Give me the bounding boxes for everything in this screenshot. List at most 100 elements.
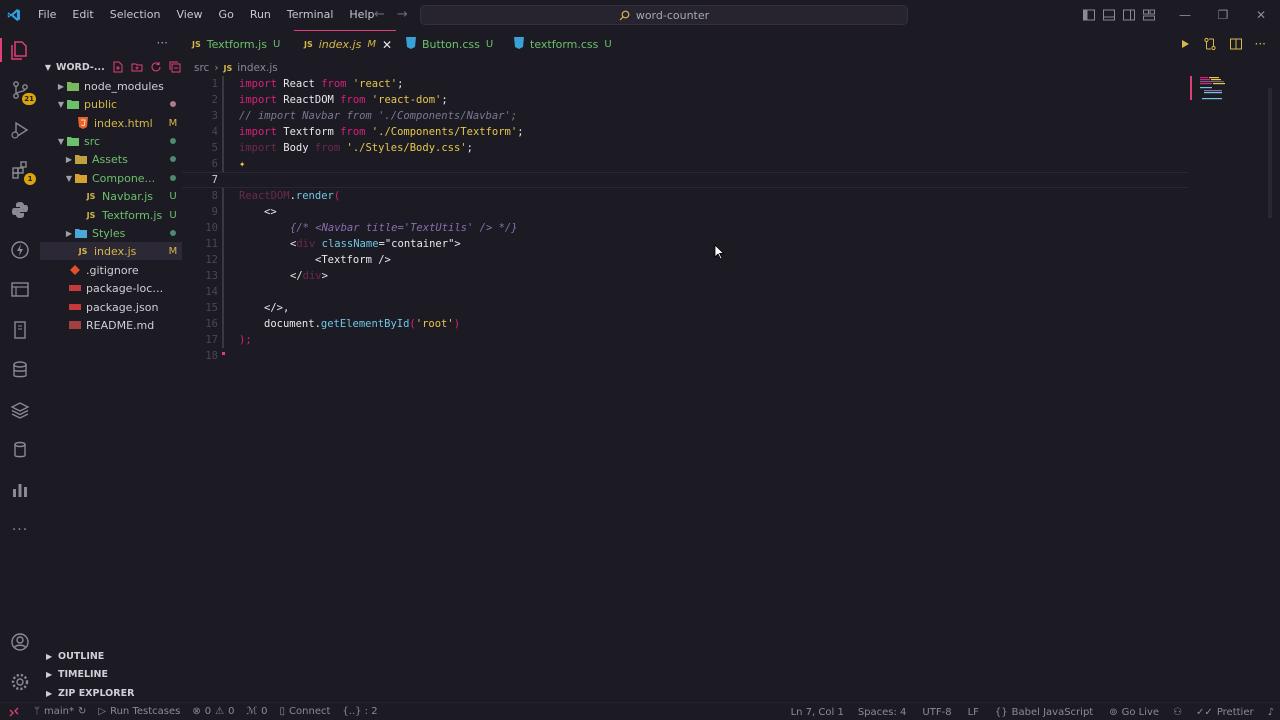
tree-item-src[interactable]: ▼ src (40, 132, 182, 150)
menu-run[interactable]: Run (242, 0, 279, 30)
connect-button[interactable]: ▯ Connect (274, 706, 337, 717)
prettier-button[interactable]: ✓✓ Prettier (1188, 707, 1262, 718)
cursor-position[interactable]: Ln 7, Col 1 (785, 707, 850, 718)
code-editor[interactable]: 1 import React from 'react'; 2 import Reac… (182, 76, 1280, 702)
menu-file[interactable]: File (30, 0, 64, 30)
tree-item-readme[interactable]: README.md (40, 316, 182, 334)
toggle-primary-sidebar-icon[interactable] (1082, 8, 1096, 22)
tree-item-navbar-js[interactable]: JS Navbar.js U (40, 187, 182, 205)
tree-item-node-modules[interactable]: ▶ node_modules (40, 77, 182, 95)
tree-item-index-js[interactable]: JS index.js M (40, 242, 182, 260)
notifications-bell-icon[interactable]: ♪ (1262, 707, 1280, 718)
chart-icon[interactable] (8, 478, 32, 502)
menu-terminal[interactable]: Terminal (279, 0, 342, 30)
sparkle-icon[interactable]: ✦ (239, 156, 245, 172)
tab-index-js[interactable]: JS index.js M ✕ (294, 30, 396, 58)
end-of-line[interactable]: LF (960, 707, 987, 718)
minimap[interactable] (1190, 76, 1230, 104)
code-line: 1 import React from 'react'; (211, 78, 404, 90)
thunder-client-icon[interactable] (8, 238, 32, 262)
run-file-icon[interactable] (1179, 38, 1191, 50)
tab-label: textform.css (530, 37, 599, 51)
menu-edit[interactable]: Edit (64, 0, 101, 30)
customize-layout-icon[interactable] (1142, 8, 1156, 22)
collapse-all-icon[interactable] (169, 61, 181, 73)
book-icon[interactable] (8, 318, 32, 342)
breadcrumb-file[interactable]: index.js (237, 62, 277, 74)
source-control-icon[interactable]: 21 (8, 78, 36, 105)
maximize-icon[interactable]: ❐ (1204, 8, 1242, 22)
copilot-icon[interactable]: ⚇ (1167, 707, 1188, 718)
tree-item-assets[interactable]: ▶ Assets (40, 150, 182, 168)
tab-label: Textform.js (206, 37, 267, 51)
new-folder-icon[interactable] (131, 61, 143, 73)
tree-item-gitignore[interactable]: .gitignore (40, 261, 182, 279)
tree-item-public[interactable]: ▼ public (40, 95, 182, 113)
run-testcases-label: Run Testcases (110, 706, 181, 717)
python-icon[interactable] (8, 198, 32, 222)
forward-arrow-icon[interactable]: → (397, 0, 408, 30)
encoding[interactable]: UTF-8 (914, 707, 959, 718)
toggle-panel-icon[interactable] (1102, 8, 1116, 22)
account-icon[interactable] (8, 630, 32, 654)
tree-item-styles[interactable]: ▶ Styles (40, 224, 182, 242)
tree-item-package-lock[interactable]: package-lock.json (40, 279, 182, 297)
tree-item-components[interactable]: ▼ Compone... (40, 169, 182, 187)
chevron-right-icon: ▶ (46, 688, 53, 698)
go-live-button[interactable]: ⊚ Go Live (1101, 707, 1167, 718)
breadcrumb-folder[interactable]: src (194, 62, 209, 74)
tree-label: README.md (86, 318, 155, 332)
ports-indicator[interactable]: ℳ 0 (240, 706, 273, 717)
code-line-current: 7 (182, 172, 1188, 188)
tab-status: M (367, 39, 376, 50)
tree-item-textform-js[interactable]: JS Textform.js U (40, 206, 182, 224)
language-mode[interactable]: {} Babel JavaScript (987, 707, 1101, 718)
tab-textform-css[interactable]: textform.css U (504, 30, 622, 58)
layers-icon[interactable] (8, 398, 32, 422)
timeline-section[interactable]: ▶ TIMELINE (40, 665, 182, 683)
extensions-icon[interactable]: 1 (8, 158, 36, 185)
remote-explorer-icon[interactable] (8, 278, 32, 302)
explorer-icon[interactable] (8, 38, 32, 62)
tree-item-package-json[interactable]: package.json (40, 298, 182, 316)
explorer-more-icon[interactable]: ··· (157, 36, 168, 50)
run-debug-icon[interactable] (8, 118, 32, 142)
cylinder-db-icon[interactable] (8, 438, 32, 462)
more-actions-icon[interactable]: ··· (1255, 37, 1266, 51)
vertical-scrollbar[interactable] (1268, 88, 1272, 218)
vscode-window: File Edit Selection View Go Run Terminal… (0, 0, 1280, 720)
compare-changes-icon[interactable] (1203, 37, 1217, 51)
explorer-project-header[interactable]: ▼ WORD-... (40, 58, 182, 76)
more-views-icon[interactable]: ··· (8, 518, 32, 542)
tree-item-index-html[interactable]: index.html M (40, 114, 182, 132)
settings-gear-icon[interactable] (8, 670, 32, 694)
minimize-icon[interactable]: — (1166, 8, 1204, 22)
split-editor-icon[interactable] (1229, 37, 1243, 51)
tab-button-css[interactable]: Button.css U (396, 30, 504, 58)
toggle-secondary-sidebar-icon[interactable] (1122, 8, 1136, 22)
close-tab-icon[interactable]: ✕ (382, 38, 392, 52)
back-arrow-icon[interactable]: ← (374, 0, 385, 30)
connect-label: Connect (289, 706, 331, 717)
menu-selection[interactable]: Selection (102, 0, 169, 30)
tab-textform-js[interactable]: JS Textform.js U (182, 30, 294, 58)
run-testcases-button[interactable]: ▷ Run Testcases (92, 706, 186, 717)
remote-indicator-icon[interactable] (0, 703, 28, 720)
menu-view[interactable]: View (168, 0, 210, 30)
database-icon[interactable] (8, 358, 32, 382)
selection-indicator[interactable]: {..} : 2 (336, 706, 383, 717)
zip-explorer-section[interactable]: ▶ ZIP EXPLORER (40, 684, 182, 702)
activity-bar: 21 1 ··· (0, 30, 40, 702)
refresh-icon[interactable] (150, 61, 162, 73)
indentation[interactable]: Spaces: 4 (850, 707, 915, 718)
menu-go[interactable]: Go (211, 0, 242, 30)
outline-section[interactable]: ▶ OUTLINE (40, 647, 182, 665)
new-file-icon[interactable] (112, 61, 124, 73)
branch-indicator[interactable]: ᛘ main* ↻ (28, 706, 92, 717)
problems-indicator[interactable]: ⊗ 0 ⚠ 0 (186, 706, 240, 717)
command-center-search[interactable]: word-counter (420, 5, 908, 25)
close-window-icon[interactable]: ✕ (1242, 8, 1280, 22)
play-icon: ▷ (98, 706, 107, 717)
js-file-icon: JS (78, 246, 88, 256)
code-line: 13 </div> (205, 270, 328, 282)
